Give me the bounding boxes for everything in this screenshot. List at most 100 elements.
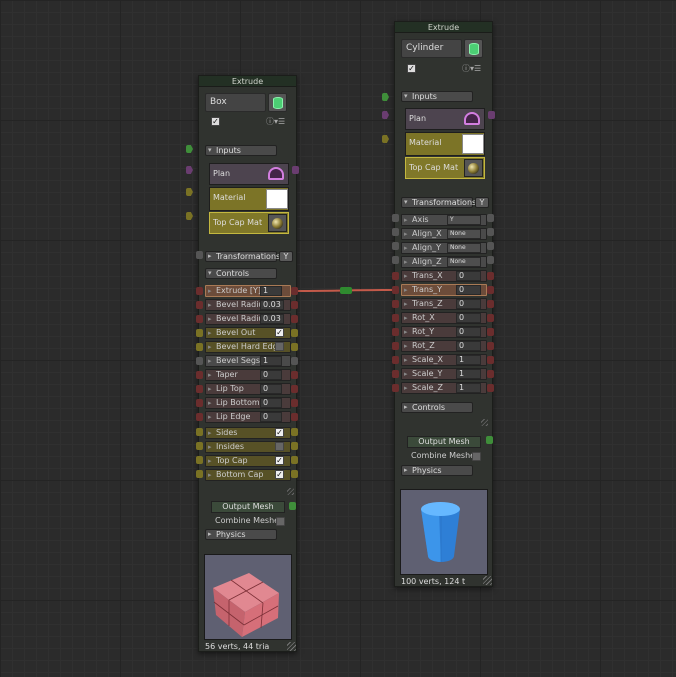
port-in-extrude[interactable] [196, 287, 203, 295]
param-top-cap-checkbox[interactable]: ✓ [275, 456, 284, 465]
port-in-top-cap[interactable] [196, 456, 203, 464]
physics-foldout[interactable]: Physics [205, 529, 277, 540]
port-out-align-z[interactable] [487, 256, 494, 264]
port-out-trans-y[interactable] [487, 286, 494, 294]
port-in-bevel-out[interactable] [196, 329, 203, 337]
port-out-lip-top[interactable] [291, 385, 298, 393]
transformations-foldout[interactable]: Transformations [205, 251, 280, 262]
port-out-bevel-segs[interactable] [291, 357, 298, 365]
material-swatch[interactable] [462, 134, 484, 154]
node-title[interactable]: Extrude [199, 76, 296, 87]
mesh-type-button[interactable] [464, 39, 483, 58]
node-title[interactable]: Extrude [395, 22, 492, 33]
mesh-preview[interactable] [204, 554, 292, 640]
port-in-rot-z[interactable] [392, 342, 399, 350]
port-in-transformations[interactable] [196, 251, 203, 259]
port-out-trans-z[interactable] [487, 300, 494, 308]
inputs-foldout[interactable]: Inputs [401, 91, 473, 102]
inputs-foldout[interactable]: Inputs [205, 145, 277, 156]
top-cap-swatch[interactable] [268, 214, 287, 232]
port-out-scale-x[interactable] [487, 356, 494, 364]
port-out-trans-x[interactable] [487, 272, 494, 280]
param-bevel-out-checkbox[interactable]: ✓ [275, 328, 284, 337]
param-lip-top-value[interactable]: 0 [260, 384, 282, 394]
top-cap-swatch[interactable] [464, 159, 483, 177]
port-out-plan[interactable] [488, 111, 495, 119]
param-bevel-segs-value[interactable]: 1 [260, 356, 282, 366]
port-out-lip-bottom[interactable] [291, 399, 298, 407]
port-out-lip-edge[interactable] [291, 413, 298, 421]
enabled-checkbox[interactable]: ✓ [407, 64, 416, 73]
physics-foldout[interactable]: Physics [401, 465, 473, 476]
port-in-bevel-segs[interactable] [196, 357, 203, 365]
port-out-rot-y[interactable] [487, 328, 494, 336]
node-resize-grip[interactable] [483, 576, 492, 585]
info-menu-icon[interactable]: ⓘ▾☰ [462, 63, 481, 74]
enabled-checkbox[interactable]: ✓ [211, 117, 220, 126]
port-out-axis[interactable] [487, 214, 494, 222]
extrude-node-cylinder[interactable]: Extrude Cylinder ✓ ⓘ▾☰ Inputs Plan Mater… [394, 21, 493, 587]
controls-foldout[interactable]: Controls [205, 268, 277, 279]
material-swatch[interactable] [266, 189, 288, 209]
param-lip-bottom-value[interactable]: 0 [260, 398, 282, 408]
param-rot-x-value[interactable]: 0 [456, 313, 481, 323]
object-name-field[interactable]: Cylinder [401, 39, 462, 58]
port-out-mesh[interactable] [486, 436, 493, 444]
info-menu-icon[interactable]: ⓘ▾☰ [266, 116, 285, 127]
node-resize-grip[interactable] [287, 642, 296, 651]
param-trans-x-value[interactable]: 0 [456, 271, 481, 281]
param-axis-dropdown[interactable]: Y [447, 215, 481, 225]
port-out-bevel-radius-1[interactable] [291, 301, 298, 309]
port-in-insides[interactable] [196, 442, 203, 450]
connection-wire[interactable] [0, 0, 676, 677]
top-cap-material-input[interactable]: Top Cap Mat [209, 212, 289, 234]
section-resize-grip[interactable] [481, 419, 488, 426]
material-input[interactable]: Material [405, 132, 485, 156]
port-in-lip-edge[interactable] [196, 413, 203, 421]
param-insides-checkbox[interactable] [275, 442, 284, 451]
param-scale-z-value[interactable]: 1 [456, 383, 481, 393]
port-out-scale-y[interactable] [487, 370, 494, 378]
port-in-sides[interactable] [196, 428, 203, 436]
port-out-bevel-hard-edge[interactable] [291, 343, 298, 351]
transformations-foldout[interactable]: Transformations [401, 197, 476, 208]
port-out-extrude[interactable] [291, 287, 298, 295]
wire-midpoint-handle[interactable] [340, 287, 352, 294]
transformations-axis-button[interactable]: Y [279, 251, 293, 262]
plan-input[interactable]: Plan [209, 163, 289, 185]
port-in-scale-z[interactable] [392, 384, 399, 392]
port-in-align-y[interactable] [392, 242, 399, 250]
param-bevel-hard-edge-checkbox[interactable] [275, 342, 284, 351]
param-align-y-dropdown[interactable]: None [447, 243, 481, 253]
param-bevel-radius-2-value[interactable]: 0.03 [260, 314, 284, 324]
port-out-scale-z[interactable] [487, 384, 494, 392]
combine-meshes-checkbox[interactable] [472, 452, 481, 461]
param-sides-checkbox[interactable]: ✓ [275, 428, 284, 437]
transformations-axis-button[interactable]: Y [475, 197, 489, 208]
param-align-z-dropdown[interactable]: None [447, 257, 481, 267]
section-resize-grip[interactable] [287, 488, 294, 495]
port-in-trans-y[interactable] [392, 286, 399, 294]
param-rot-z-value[interactable]: 0 [456, 341, 481, 351]
port-in-bottom-cap[interactable] [196, 470, 203, 478]
param-scale-x-value[interactable]: 1 [456, 355, 481, 365]
port-out-align-x[interactable] [487, 228, 494, 236]
mesh-type-button[interactable] [268, 93, 287, 112]
port-out-bevel-radius-2[interactable] [291, 315, 298, 323]
port-in-rot-y[interactable] [392, 328, 399, 336]
port-in-trans-z[interactable] [392, 300, 399, 308]
param-align-x-dropdown[interactable]: None [447, 229, 481, 239]
plan-input[interactable]: Plan [405, 108, 485, 130]
port-in-scale-x[interactable] [392, 356, 399, 364]
port-out-plan[interactable] [292, 166, 299, 174]
port-out-taper[interactable] [291, 371, 298, 379]
port-out-insides[interactable] [291, 442, 298, 450]
port-in-bevel-radius-2[interactable] [196, 315, 203, 323]
param-extrude-value[interactable]: 1 [260, 286, 282, 296]
port-in-taper[interactable] [196, 371, 203, 379]
object-name-field[interactable]: Box [205, 93, 266, 112]
param-scale-y-value[interactable]: 1 [456, 369, 481, 379]
param-rot-y-value[interactable]: 0 [456, 327, 481, 337]
param-lip-edge-value[interactable]: 0 [260, 412, 282, 422]
port-in-trans-x[interactable] [392, 272, 399, 280]
